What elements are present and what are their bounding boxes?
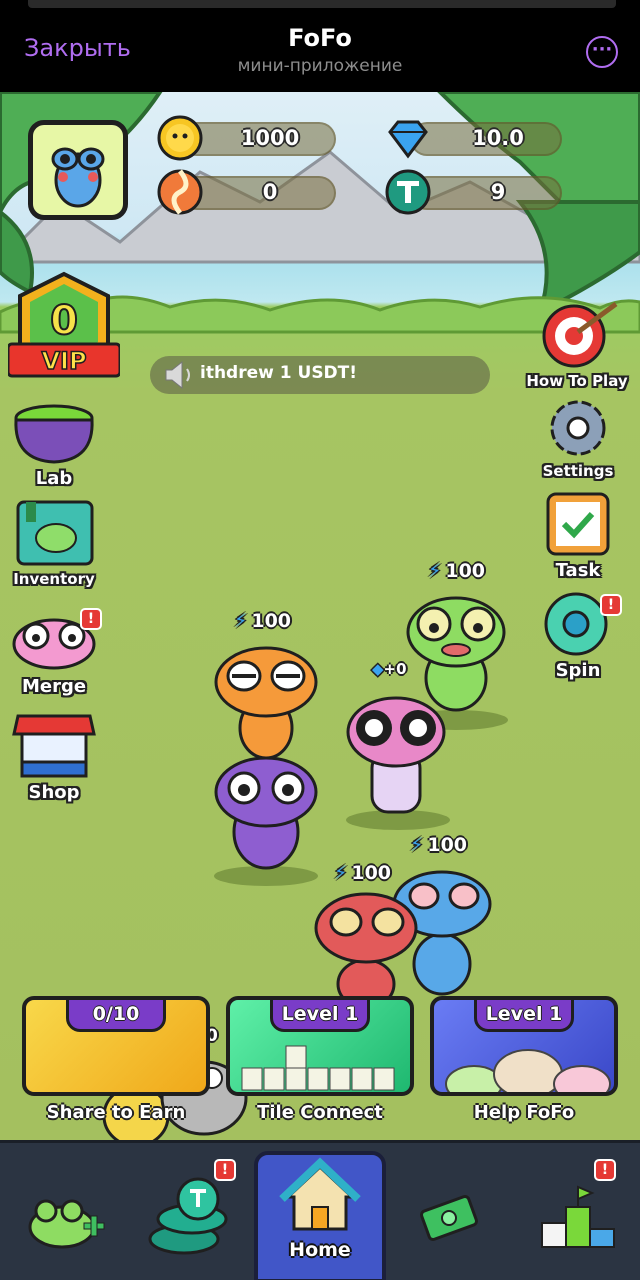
vip-button[interactable]: 0 VIP [6,270,122,386]
blue-frog-energy: ⚡ 100 [410,834,468,856]
gems-bar: 10.0 [410,122,562,156]
nav-earn-usdt[interactable]: ! [128,1143,256,1280]
tether-coins-icon [148,1177,228,1255]
lab-button[interactable]: Lab [6,402,102,489]
tiles-icon [241,1045,395,1091]
leaderboard-alert-badge: ! [594,1159,616,1181]
candy-icon [157,169,203,215]
nav-home[interactable]: Home [254,1151,386,1280]
ticker-text: ithdrew 1 USDT! [200,363,358,383]
status-bar-edge [28,0,616,8]
vip-level: 0 [50,298,78,344]
nav-frogs[interactable] [0,1143,128,1280]
orange-purple-frog-stack[interactable] [212,642,320,882]
speaker-icon [165,360,190,390]
shop-button[interactable]: Shop [6,708,102,803]
shop-stall-icon [12,714,96,778]
diamond-icon: ◆ [372,660,384,678]
telegram-header: Закрыть FoFo мини-приложение ··· [0,0,640,92]
podium-icon [541,1185,615,1248]
spin-alert-badge: ! [600,594,622,616]
task-button[interactable]: Task [530,488,626,581]
merge-label: Merge [21,676,87,697]
spin-button[interactable]: Spin ! [530,592,626,681]
book-icon [16,500,94,566]
frog-group-icon [445,1049,611,1092]
frog-avatar-icon [51,147,105,208]
coin-icon [157,115,203,161]
tile-connect-card[interactable]: Level 1 [226,996,414,1096]
settings-label: Settings [542,462,614,480]
task-label: Task [555,560,601,581]
more-menu-button[interactable]: ··· [586,36,618,68]
settings-button[interactable]: Settings [530,396,626,480]
nav-home-label: Home [289,1239,351,1261]
how-to-play-button[interactable]: How To Play [522,298,632,390]
help-fofo-card[interactable]: Level 1 [430,996,618,1096]
lightning-icon: ⚡ [410,834,424,856]
cauldron-icon [14,404,94,464]
nav-leaderboard[interactable]: ! [512,1143,640,1280]
share-to-earn-label: Share to Earn [46,1102,186,1123]
coins-value: 1000 [240,126,300,150]
vip-label: VIP [41,347,86,375]
clipboard-check-icon [546,492,610,556]
cash-stack-icon [420,1194,478,1242]
app-title: FoFo [288,24,352,52]
help-fofo-label: Help FoFo [473,1102,575,1123]
diamond-icon [388,120,428,159]
merge-alert-badge: ! [80,608,102,630]
withdraw-ticker: ithdrew 1 USDT! [150,356,490,394]
vip-badge-icon: 0 VIP [6,271,122,378]
usdt-bar: 9 [410,176,562,210]
lightning-icon: ⚡ [428,560,442,582]
how-to-play-label: How To Play [526,372,628,390]
tile-connect-label: Tile Connect [257,1102,383,1123]
orange-frog-energy: ⚡ 100 [234,610,292,632]
green-frog-energy: ⚡ 100 [428,560,486,582]
frog-plus-icon [28,1199,105,1249]
share-to-earn-card[interactable]: 0/10 [22,996,210,1096]
pink-frog[interactable] [344,692,448,820]
pink-frog-gem: ◆+0 [372,660,407,678]
candy-value: 0 [262,180,278,204]
lightning-icon: ⚡ [234,610,248,632]
game-scene: 1000 10.0 0 9 0 VIP ithdrew 1 USDT! Lab … [0,92,640,1140]
lab-label: Lab [35,468,73,489]
gems-value: 10.0 [472,126,524,150]
house-icon [279,1157,361,1231]
spin-label: Spin [555,660,601,681]
shop-label: Shop [28,782,80,803]
target-icon [542,301,618,368]
nav-cash[interactable] [384,1143,512,1280]
share-progress-badge: 0/10 [66,1000,166,1032]
tether-icon [385,169,431,215]
red-blue-frogs[interactable] [312,864,502,1004]
player-avatar[interactable] [28,120,128,220]
merge-button[interactable]: Merge ! [6,608,102,697]
usdt-value: 9 [490,180,506,204]
inventory-button[interactable]: Inventory [4,500,104,588]
bottom-nav: ! Home ! [0,1140,640,1280]
earn-alert-badge: ! [214,1159,236,1181]
app-subtitle: мини-приложение [237,56,403,76]
gear-icon [550,400,606,456]
inventory-label: Inventory [13,570,95,588]
